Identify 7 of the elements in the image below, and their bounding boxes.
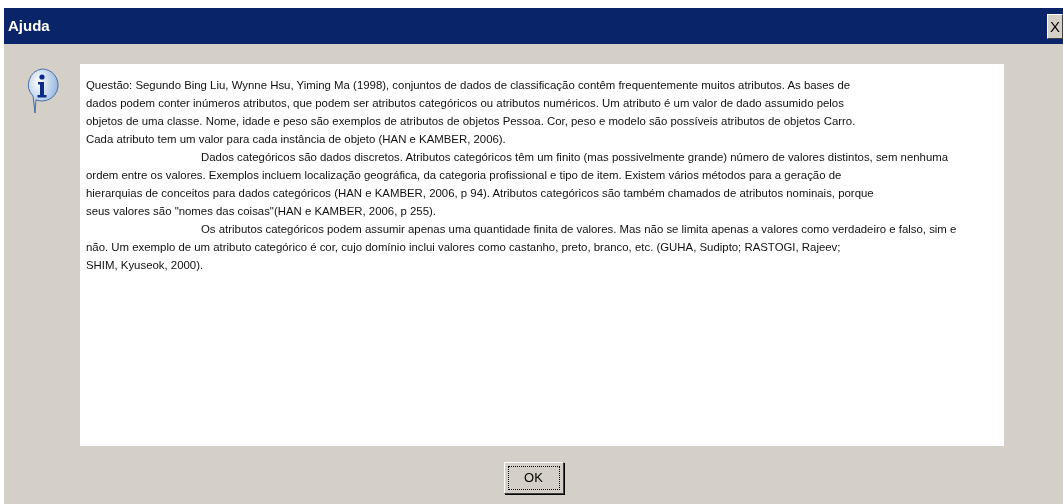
message-paragraph: Questão: Segundo Bing Liu, Wynne Hsu, Yiming Ma (1998), conjuntos de dados de classificação contêm frequentemente muitos atributos. As bases de dados podem conter inúmeros atributos, que podem ser atributos categóricos ou atributos numéricos. Um atributo é um valor de dado assumido pelos objetos de uma classe. Nome, idade e peso são exemplos de atributos de objetos Pessoa. Cor, peso e modelo são possíveis atributos de objetos Carro. Cada atributo tem um valor para cada instância de objeto (HAN e KAMBER, 2006).	[86, 78, 857, 147]
close-button[interactable]: X	[1047, 13, 1063, 39]
window-title: Ajuda	[8, 15, 50, 36]
ok-button[interactable]: OK	[503, 462, 564, 494]
message-paragraph: Os atributos categóricos podem assumir apenas uma quantidade finita de valores. Mas não se limita apenas a valores como verdadeiro e falso, sim e não. Um exemplo de um atributo categórico é cor, cujo domínio inclui valores como castanho, preto, branco, etc. (GUHA, Sudipto; RASTOGI, Rajeev; SHIM, Kyuseok, 2000).	[86, 222, 958, 273]
info-icon	[25, 68, 59, 114]
message-paragraph: Dados categóricos são dados discretos. Atributos categóricos têm um finito (mas possivelmente grande) número de valores distintos, sem nenhuma ordem entre os valores. Exemplos incluem localização geográfica, da categoria profissional e tipo de item. Existem vários métodos para a geração de hierarquias de conceitos para dados categóricos (HAN e KAMBER, 2006, p 94). Atributos categóricos são também chamados de atributos nominais, porque seus valores são "nomes das coisas"(HAN e KAMBER, 2006, p 255).	[86, 150, 950, 219]
